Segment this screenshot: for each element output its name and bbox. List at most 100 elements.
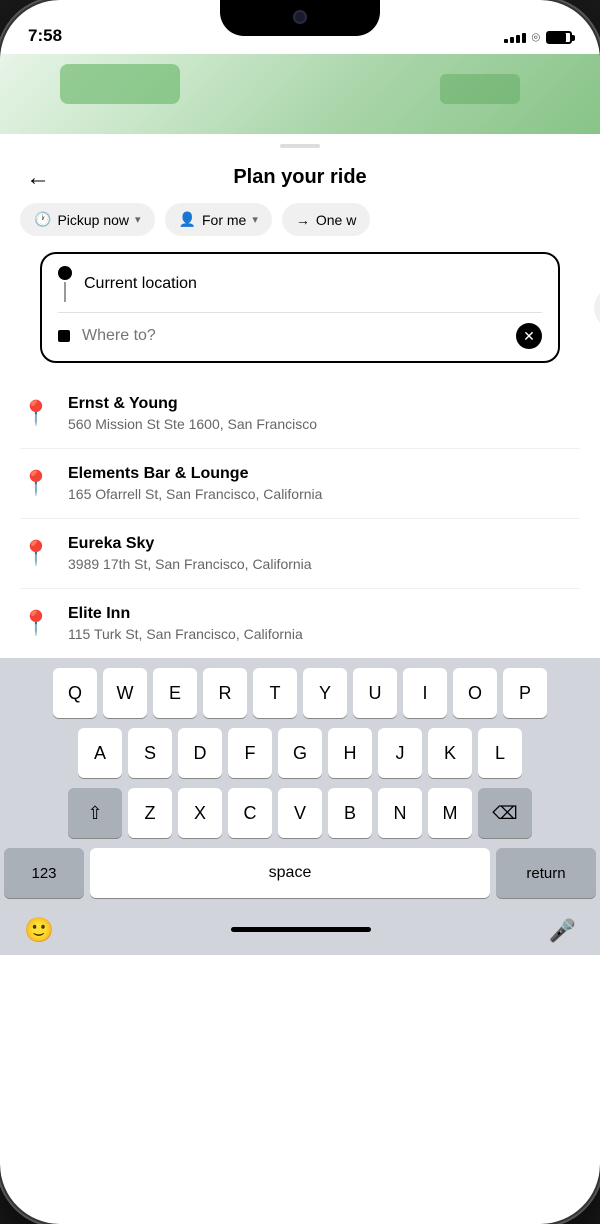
route-icons	[58, 266, 72, 302]
origin-row[interactable]: Current location	[58, 266, 542, 312]
microphone-button[interactable]: 🎤	[549, 918, 576, 944]
camera	[293, 10, 307, 24]
key-y[interactable]: Y	[303, 668, 347, 718]
list-item[interactable]: 📍 Eureka Sky 3989 17th St, San Francisco…	[20, 519, 580, 589]
bottom-sheet: ← Plan your ride 🕐 Pickup now ▾ 👤 For me…	[0, 144, 600, 955]
header: ← Plan your ride	[0, 148, 600, 203]
result-text: Elements Bar & Lounge 165 Ofarrell St, S…	[68, 465, 580, 502]
result-text: Ernst & Young 560 Mission St Ste 1600, S…	[68, 395, 580, 432]
pickup-time-label: Pickup now	[57, 212, 129, 228]
key-c[interactable]: C	[228, 788, 272, 838]
keyboard: Q W E R T Y U I O P A S D F G	[0, 658, 600, 955]
search-box: Current location ✕	[40, 252, 560, 363]
for-me-label: For me	[202, 212, 246, 228]
key-q[interactable]: Q	[53, 668, 97, 718]
chevron-down-icon: ▾	[135, 213, 141, 226]
key-x[interactable]: X	[178, 788, 222, 838]
page-title: Plan your ride	[233, 166, 366, 189]
home-indicator	[231, 927, 371, 932]
search-divider	[58, 312, 542, 313]
destination-square-icon	[58, 330, 70, 342]
map-preview	[0, 54, 600, 134]
origin-dot-icon	[58, 266, 72, 280]
key-u[interactable]: U	[353, 668, 397, 718]
key-m[interactable]: M	[428, 788, 472, 838]
chevron-down-icon-2: ▾	[252, 213, 258, 226]
key-t[interactable]: T	[253, 668, 297, 718]
backspace-button[interactable]: ⌫	[478, 788, 532, 838]
phone-screen: 7:58 ⌾ ←	[0, 0, 600, 1224]
keyboard-row-4: 123 space return	[4, 848, 596, 898]
key-p[interactable]: P	[503, 668, 547, 718]
for-me-chip[interactable]: 👤 For me ▾	[165, 203, 272, 236]
pin-icon: 📍	[20, 537, 52, 569]
destination-icon-wrap	[58, 330, 70, 342]
status-icons: ⌾	[504, 29, 572, 46]
key-h[interactable]: H	[328, 728, 372, 778]
filter-row: 🕐 Pickup now ▾ 👤 For me ▾ → One w	[0, 203, 600, 252]
space-button[interactable]: space	[90, 848, 490, 898]
emoji-button[interactable]: 🙂	[24, 916, 54, 945]
return-button[interactable]: return	[496, 848, 596, 898]
signal-icon	[504, 33, 526, 43]
key-z[interactable]: Z	[128, 788, 172, 838]
key-v[interactable]: V	[278, 788, 322, 838]
connector-line-icon	[64, 282, 66, 302]
key-n[interactable]: N	[378, 788, 422, 838]
key-o[interactable]: O	[453, 668, 497, 718]
key-f[interactable]: F	[228, 728, 272, 778]
key-e[interactable]: E	[153, 668, 197, 718]
key-k[interactable]: K	[428, 728, 472, 778]
list-item[interactable]: 📍 Elements Bar & Lounge 165 Ofarrell St,…	[20, 449, 580, 519]
result-name: Elite Inn	[68, 605, 580, 623]
arrow-right-icon: →	[296, 212, 310, 228]
result-address: 115 Turk St, San Francisco, California	[68, 626, 580, 642]
destination-row[interactable]: ✕	[58, 323, 542, 349]
key-l[interactable]: L	[478, 728, 522, 778]
key-d[interactable]: D	[178, 728, 222, 778]
key-j[interactable]: J	[378, 728, 422, 778]
key-b[interactable]: B	[328, 788, 372, 838]
result-address: 3989 17th St, San Francisco, California	[68, 556, 580, 572]
result-address: 165 Ofarrell St, San Francisco, Californ…	[68, 486, 580, 502]
pickup-time-chip[interactable]: 🕐 Pickup now ▾	[20, 203, 155, 236]
keyboard-row-1: Q W E R T Y U I O P	[4, 668, 596, 718]
key-g[interactable]: G	[278, 728, 322, 778]
keyboard-row-2: A S D F G H J K L	[4, 728, 596, 778]
current-location-text: Current location	[84, 275, 197, 293]
back-button[interactable]: ←	[20, 160, 56, 196]
phone-frame: 7:58 ⌾ ←	[0, 0, 600, 1224]
keyboard-bottom-row: 🙂 🎤	[4, 908, 596, 955]
list-item[interactable]: 📍 Elite Inn 115 Turk St, San Francisco, …	[20, 589, 580, 658]
notch	[220, 0, 380, 36]
pin-icon: 📍	[20, 397, 52, 429]
key-a[interactable]: A	[78, 728, 122, 778]
pin-icon: 📍	[20, 467, 52, 499]
trip-type-label: One w	[316, 212, 356, 228]
result-address: 560 Mission St Ste 1600, San Francisco	[68, 416, 580, 432]
result-name: Elements Bar & Lounge	[68, 465, 580, 483]
search-box-wrapper: Current location ✕ +	[20, 252, 580, 363]
key-w[interactable]: W	[103, 668, 147, 718]
clock-icon: 🕐	[34, 211, 51, 228]
key-r[interactable]: R	[203, 668, 247, 718]
status-time: 7:58	[28, 26, 62, 46]
clear-button[interactable]: ✕	[516, 323, 542, 349]
battery-icon	[546, 31, 572, 44]
result-name: Ernst & Young	[68, 395, 580, 413]
result-text: Eureka Sky 3989 17th St, San Francisco, …	[68, 535, 580, 572]
key-s[interactable]: S	[128, 728, 172, 778]
wifi-icon: ⌾	[532, 29, 540, 46]
destination-input[interactable]	[82, 327, 504, 345]
result-text: Elite Inn 115 Turk St, San Francisco, Ca…	[68, 605, 580, 642]
shift-button[interactable]: ⇧	[68, 788, 122, 838]
add-stop-button[interactable]: +	[594, 287, 600, 329]
key-i[interactable]: I	[403, 668, 447, 718]
trip-type-chip[interactable]: → One w	[282, 203, 370, 236]
person-icon: 👤	[179, 211, 196, 228]
numbers-button[interactable]: 123	[4, 848, 84, 898]
result-name: Eureka Sky	[68, 535, 580, 553]
list-item[interactable]: 📍 Ernst & Young 560 Mission St Ste 1600,…	[20, 379, 580, 449]
keyboard-row-3: ⇧ Z X C V B N M ⌫	[4, 788, 596, 838]
pin-icon: 📍	[20, 607, 52, 639]
